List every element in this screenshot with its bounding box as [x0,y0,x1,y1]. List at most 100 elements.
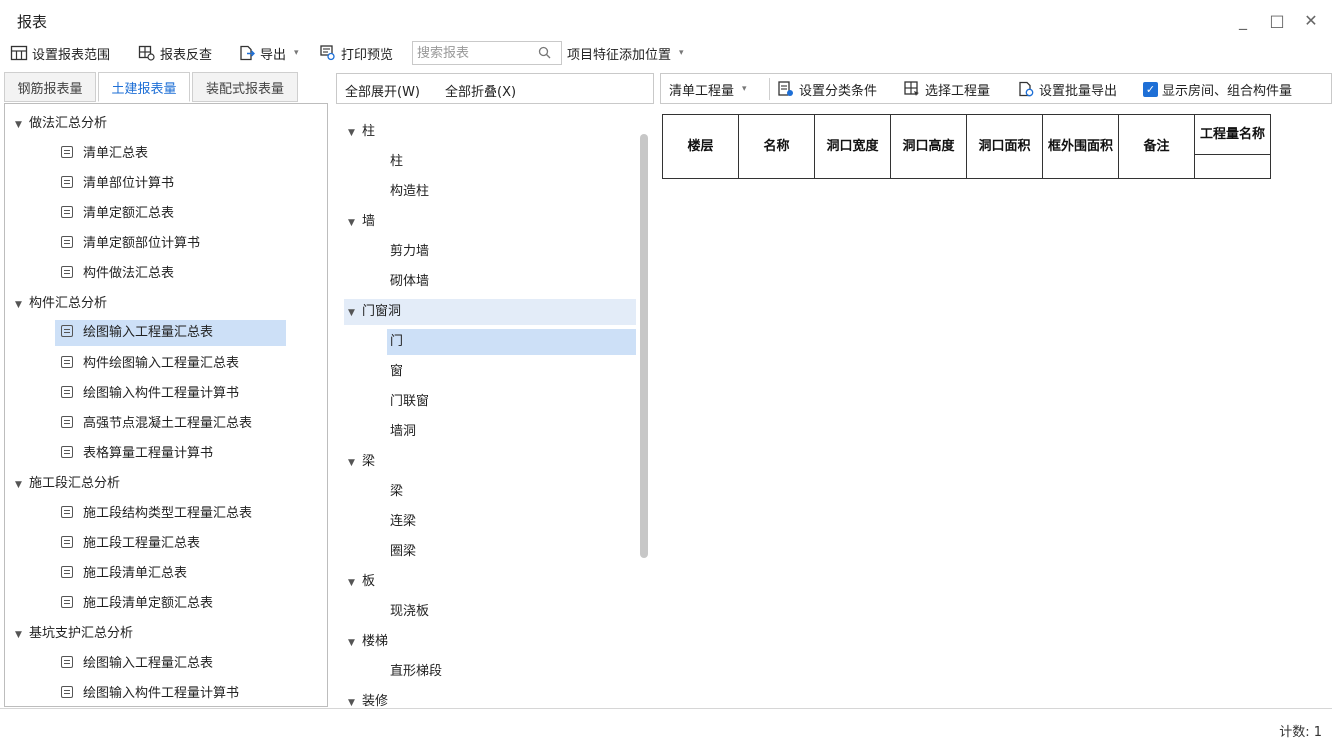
tree-item[interactable]: 清单定额汇总表 [61,199,174,229]
search-icon[interactable] [538,46,551,63]
collapse-triangle-icon: ▼ [15,630,22,640]
print-preview-button[interactable]: 打印预览 [319,40,393,66]
tab-civil-report[interactable]: 土建报表量 [98,72,190,102]
project-feature-label: 项目特征添加位置 [567,47,672,63]
tree-group[interactable]: ▼ 梁 [348,447,375,477]
tree-item-selected[interactable]: 绘图输入工程量汇总表 [55,320,286,346]
report-doc-icon [61,536,73,548]
export-label: 导出 [260,47,287,63]
report-doc-icon [61,236,73,248]
set-category-button[interactable]: 设置分类条件 [777,76,877,102]
tree-item[interactable]: 窗 [390,357,403,387]
title-bar: 报表 _ □ ✕ [0,0,1332,40]
tree-group[interactable]: ▼ 做法汇总分析 [15,109,107,139]
tree-item[interactable]: 清单定额部位计算书 [61,229,200,259]
report-doc-icon [61,686,73,698]
report-doc-icon [61,506,73,518]
tree-item[interactable]: 剪力墙 [390,237,429,267]
tree-item[interactable]: 圈梁 [390,537,416,567]
tree-item[interactable]: 清单汇总表 [61,139,148,169]
tree-group[interactable]: ▼ 柱 [348,117,375,147]
report-doc-icon [61,566,73,578]
header-cell: 备注 [1118,114,1195,179]
tree-item[interactable]: 绘图输入构件工程量计算书 [61,679,239,706]
tree-item[interactable]: 表格算量工程量计算书 [61,439,213,469]
main-toolbar: 设置报表范围 报表反查 导出 ▾ 打印预览 项目特征添加位置 ▾ [0,40,1332,68]
tree-item[interactable]: 施工段清单汇总表 [61,559,187,589]
tree-item[interactable]: 墙洞 [390,417,416,447]
table-search-icon [138,44,156,62]
reverse-check-button[interactable]: 报表反查 [138,40,212,66]
maximize-button[interactable]: □ [1264,8,1290,32]
reverse-check-label: 报表反查 [160,47,213,63]
expand-collapse-bar: 全部展开(W) 全部折叠(X) [336,73,654,104]
grid-range-icon [10,44,28,62]
select-qty-button[interactable]: 选择工程量 [903,76,990,102]
tree-group[interactable]: ▼ 板 [348,567,375,597]
tree-item[interactable]: 绘图输入构件工程量计算书 [61,379,239,409]
export-button[interactable]: 导出 ▾ [238,40,299,66]
checkbox-checked-icon: ✓ [1143,81,1158,97]
qty-type-dropdown[interactable]: 清单工程量 ▾ [669,76,747,102]
tree-group[interactable]: ▼ 施工段汇总分析 [15,469,120,499]
scrollbar-thumb[interactable] [640,134,648,558]
search-input[interactable] [413,42,533,64]
tree-item[interactable]: 清单部位计算书 [61,169,174,199]
header-cell: 洞口面积 [966,114,1043,179]
tree-group-selected[interactable]: ▼ 门窗洞 [344,299,636,325]
report-doc-icon [61,206,73,218]
tree-group[interactable]: ▼ 装修 [348,687,388,707]
report-doc-icon [61,446,73,458]
batch-export-icon [1017,80,1035,98]
header-cell: 洞口宽度 [814,114,891,179]
collapse-triangle-icon: ▼ [15,120,22,130]
tree-item[interactable]: 连梁 [390,507,416,537]
report-doc-icon [61,596,73,608]
status-bar: 计数: 1 [0,708,1332,746]
tree-item[interactable]: 砌体墙 [390,267,429,297]
close-button[interactable]: ✕ [1298,8,1324,32]
project-feature-dropdown[interactable]: 项目特征添加位置 ▾ [567,40,684,66]
tree-group[interactable]: ▼ 墙 [348,207,375,237]
show-rooms-checkbox[interactable]: ✓ 显示房间、组合构件量 [1143,76,1292,102]
tab-rebar-report[interactable]: 钢筋报表量 [4,72,96,102]
header-cell: 洞口高度 [890,114,967,179]
report-type-tabs: 钢筋报表量 土建报表量 装配式报表量 [0,70,330,103]
report-doc-icon [61,146,73,158]
tree-item[interactable]: 柱 [390,147,403,177]
tree-item[interactable]: 高强节点混凝土工程量汇总表 [61,409,252,439]
tree-group[interactable]: ▼ 楼梯 [348,627,388,657]
set-range-button[interactable]: 设置报表范围 [10,40,110,66]
tree-item[interactable]: 梁 [390,477,403,507]
tree-item[interactable]: 绘图输入工程量汇总表 [61,649,213,679]
tree-item[interactable]: 构造柱 [390,177,429,207]
tree-item-selected[interactable]: 门 [387,329,636,355]
report-toolbar: 清单工程量 ▾ 设置分类条件 选择工程量 设置批量导出 ✓ 显示房间、组合构件量 [660,73,1332,104]
chevron-down-icon: ▾ [679,48,684,58]
tree-item[interactable]: 施工段清单定额汇总表 [61,589,213,619]
print-preview-label: 打印预览 [341,47,394,63]
tree-group[interactable]: ▼ 基坑支护汇总分析 [15,619,133,649]
batch-export-button[interactable]: 设置批量导出 [1017,76,1117,102]
expand-all-button[interactable]: 全部展开(W) [345,81,420,100]
export-icon [238,44,256,62]
tree-item[interactable]: 现浇板 [390,597,429,627]
minimize-button[interactable]: _ [1230,8,1256,32]
divider [769,78,770,100]
tree-item[interactable]: 构件绘图输入工程量汇总表 [61,349,239,379]
tree-item[interactable]: 施工段工程量汇总表 [61,529,200,559]
chevron-down-icon: ▾ [742,84,747,94]
header-cell: 框外围面积 [1042,114,1119,179]
tree-item[interactable]: 构件做法汇总表 [61,259,174,289]
collapse-all-button[interactable]: 全部折叠(X) [445,81,516,100]
report-tree-panel: ▼ 做法汇总分析 清单汇总表 清单部位计算书 清单定额汇总表 清单定额部位计算书 … [4,103,328,707]
print-preview-icon [319,44,337,62]
tab-prefab-report[interactable]: 装配式报表量 [192,72,298,102]
table-select-icon [903,80,921,98]
report-doc-icon [61,416,73,428]
tree-group[interactable]: ▼ 构件汇总分析 [15,289,107,319]
tree-item[interactable]: 施工段结构类型工程量汇总表 [61,499,252,529]
search-box [412,41,562,65]
tree-item[interactable]: 直形梯段 [390,657,442,687]
tree-item[interactable]: 门联窗 [390,387,429,417]
